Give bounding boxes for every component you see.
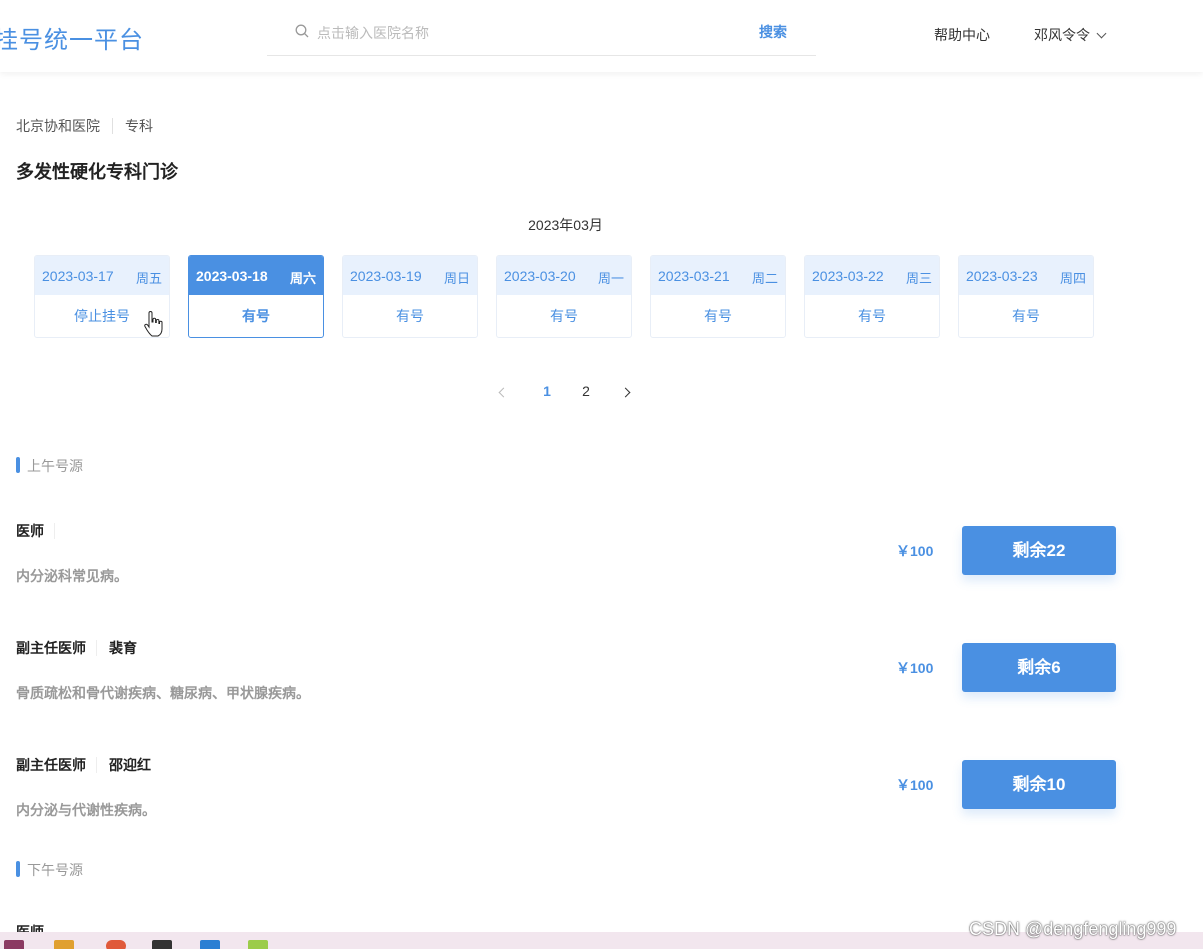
date-card-header: 2023-03-21 周二 [651,256,785,295]
help-center-link[interactable]: 帮助中心 [934,25,990,45]
date-card[interactable]: 2023-03-21 周二 有号 [650,255,786,338]
search-icon [295,24,309,38]
availability-status: 有号 [704,308,732,324]
availability-status: 有号 [858,308,886,324]
date-text: 2023-03-23 [966,268,1038,284]
chevron-right-icon [620,387,631,398]
date-card[interactable]: 2023-03-19 周日 有号 [342,255,478,338]
chevron-left-icon [498,387,509,398]
date-text: 2023-03-20 [504,268,576,284]
date-card-selected[interactable]: 2023-03-18 周六 有号 [188,255,324,338]
fee-label: ￥100 [896,543,934,559]
availability-status: 有号 [1012,308,1040,324]
weekday-text: 周三 [905,271,932,286]
breadcrumb-hospital[interactable]: 北京协和医院 [16,118,100,134]
search-bar: 搜索 [267,12,816,56]
doctor-rank: 副主任医师 [16,757,86,773]
folder-taskbar-icon[interactable] [54,940,74,949]
browser-taskbar-icon[interactable] [106,940,126,949]
weekday-text: 周四 [1059,271,1086,286]
hospital-search-input[interactable] [317,22,737,44]
doctor-row: 副主任医师 邵迎红 内分泌与代谢性疾病。 ￥100 剩余10 [16,755,1116,825]
date-text: 2023-03-19 [350,268,422,284]
weekday-text: 周二 [751,271,778,286]
user-name: 邓风令令 [1034,27,1090,43]
app-taskbar-icon[interactable] [4,940,24,949]
doctor-name: 裴育 [109,640,137,656]
doctor-rank: 副主任医师 [16,640,86,656]
doctor-name: 邵迎红 [109,757,151,773]
fee-label: ￥100 [896,777,934,793]
app-taskbar-icon[interactable] [248,940,268,949]
vscode-taskbar-icon[interactable] [200,940,220,949]
top-header: 挂号统一平台 搜索 帮助中心 邓风令令 [0,0,1203,72]
hand-cursor-icon [144,311,163,337]
weekday-text: 周五 [135,271,162,286]
book-slot-button[interactable]: 剩余10 [962,760,1116,809]
doctor-divider [54,523,55,539]
date-text: 2023-03-21 [658,268,730,284]
book-slot-button[interactable]: 剩余22 [962,526,1116,575]
search-button[interactable]: 搜索 [759,22,787,42]
doctor-row: 副主任医师 裴育 骨质疏松和骨代谢疾病、糖尿病、甲状腺疾病。 ￥100 剩余6 [16,638,1116,708]
breadcrumb: 北京协和医院 专科 [16,116,153,136]
date-text: 2023-03-22 [812,268,884,284]
prev-page-button[interactable] [497,383,511,401]
date-card[interactable]: 2023-03-23 周四 有号 [958,255,1094,338]
site-logo[interactable]: 挂号统一平台 [0,20,144,55]
date-text: 2023-03-18 [196,268,268,284]
date-card-header: 2023-03-17 周五 [35,256,169,295]
availability-status: 有号 [550,308,578,324]
doctor-title-line: 医师 [16,521,67,541]
page-number[interactable]: 2 [576,383,596,399]
date-card-header: 2023-03-18 周六 [189,256,323,295]
date-card-header: 2023-03-20 周一 [497,256,631,295]
breadcrumb-category[interactable]: 专科 [125,118,153,134]
doctor-divider [96,640,97,656]
watermark: CSDN @dengfengling999 [969,919,1177,939]
department-title: 多发性硬化专科门诊 [16,162,178,182]
fee-label: ￥100 [896,660,934,676]
date-text: 2023-03-17 [42,268,114,284]
doctor-title-line: 副主任医师 裴育 [16,638,137,658]
doctor-rank: 医师 [16,523,44,539]
terminal-taskbar-icon[interactable] [152,940,172,949]
user-menu[interactable]: 邓风令令 [1034,25,1107,45]
date-card-header: 2023-03-23 周四 [959,256,1093,295]
next-page-button[interactable] [620,383,636,401]
date-card-header: 2023-03-19 周日 [343,256,477,295]
doctor-divider [96,757,97,773]
availability-status: 有号 [242,308,270,324]
page-number[interactable]: 1 [537,383,557,399]
morning-section-label: 上午号源 [16,456,83,476]
doctor-specialty: 内分泌与代谢性疾病。 [16,802,156,818]
doctor-specialty: 骨质疏松和骨代谢疾病、糖尿病、甲状腺疾病。 [16,685,310,701]
weekday-text: 周一 [597,271,624,286]
doctor-title-line: 副主任医师 邵迎红 [16,755,151,775]
availability-status: 有号 [396,308,424,324]
weekday-text: 周日 [443,271,470,286]
weekday-text: 周六 [289,271,316,286]
month-label: 2023年03月 [528,217,603,233]
afternoon-section-label: 下午号源 [16,860,83,880]
breadcrumb-divider [112,118,113,134]
chevron-down-icon [1096,28,1107,39]
date-card[interactable]: 2023-03-20 周一 有号 [496,255,632,338]
date-card-header: 2023-03-22 周三 [805,256,939,295]
doctor-row: 医师 内分泌科常见病。 ￥100 剩余22 [16,521,1116,591]
book-slot-button[interactable]: 剩余6 [962,643,1116,692]
date-card[interactable]: 2023-03-22 周三 有号 [804,255,940,338]
doctor-specialty: 内分泌科常见病。 [16,568,128,584]
